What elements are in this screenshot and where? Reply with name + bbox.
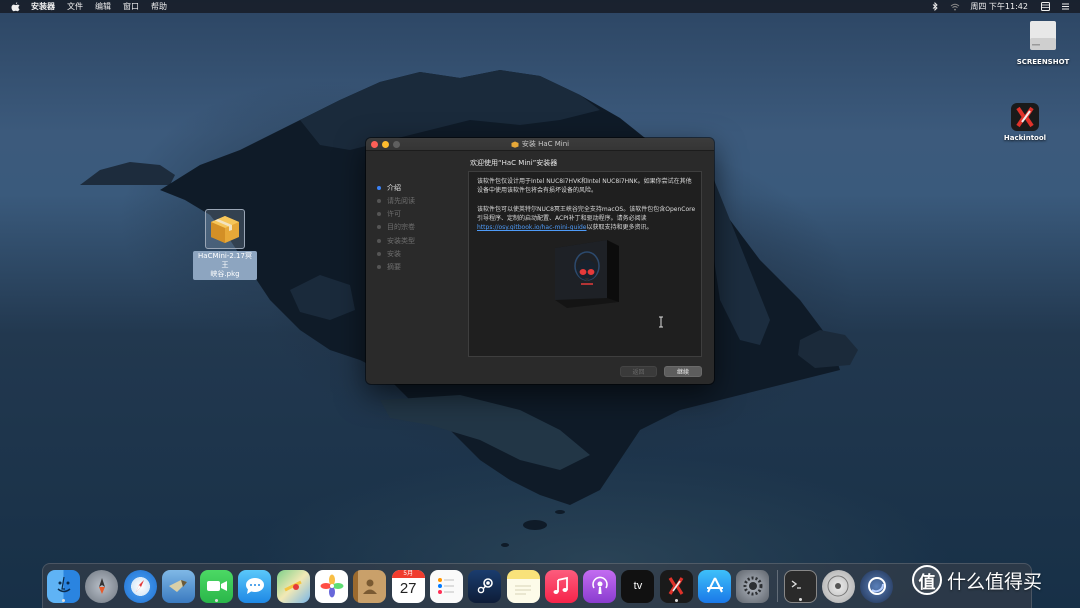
pkg-file-label-line2: 峡谷.pkg xyxy=(210,270,240,278)
installer-window: 安装 HaC Mini 介绍 请先阅读 许可 目的宗卷 安装类型 安装 摘要 欢… xyxy=(366,138,714,384)
step-label: 摘要 xyxy=(387,263,401,271)
facetime-icon[interactable] xyxy=(200,569,234,603)
tv-label: tv xyxy=(633,580,643,592)
step-dot xyxy=(377,186,381,190)
intro-paragraph-2: 该软件包可以使英特尔NUC8冥王峡谷完全支持macOS。该软件包包含OpenCo… xyxy=(477,205,697,232)
launchpad-icon[interactable] xyxy=(85,569,119,603)
step-introduction: 介绍 xyxy=(377,183,401,193)
steam-icon[interactable] xyxy=(468,569,502,603)
photos-icon[interactable] xyxy=(315,569,349,603)
dock: 5月 27 tv xyxy=(42,563,1032,608)
pkg-file-label: HaCMini-2.17冥王 峡谷.pkg xyxy=(193,251,257,280)
window-titlebar[interactable]: 安装 HaC Mini xyxy=(366,138,714,151)
drive-icon xyxy=(1030,21,1056,50)
reminders-icon[interactable] xyxy=(429,569,463,603)
back-button[interactable]: 返回 xyxy=(620,366,657,377)
intro-content: 该软件包仅设计用于Intel NUC8i7HVK和Intel NUC8i7HNK… xyxy=(468,171,702,357)
continue-button[interactable]: 继续 xyxy=(664,366,702,377)
watermark-badge: 值 xyxy=(912,565,942,595)
step-install-type: 安装类型 xyxy=(377,236,415,246)
pkg-file-icon[interactable]: HaCMini-2.17冥王 峡谷.pkg xyxy=(193,209,257,280)
messages-icon[interactable] xyxy=(238,569,272,603)
menu-app-name[interactable]: 安装器 xyxy=(31,0,55,13)
installer-heading: 欢迎使用“HaC Mini”安装器 xyxy=(470,159,558,167)
watermark: 值 什么值得买 xyxy=(912,565,1042,595)
dock-separator xyxy=(776,570,778,602)
step-summary: 摘要 xyxy=(377,262,401,272)
package-icon xyxy=(511,141,519,148)
menu-clock[interactable]: 周四 下午11:42 xyxy=(970,0,1028,13)
podcasts-icon[interactable] xyxy=(583,569,617,603)
calendar-day: 27 xyxy=(399,579,417,597)
menu-help[interactable]: 帮助 xyxy=(151,0,167,13)
calendar-icon[interactable]: 5月 27 xyxy=(391,569,425,603)
text-cursor-icon xyxy=(659,316,663,328)
step-dot xyxy=(377,252,381,256)
intro-paragraph-2-tail: 以获取支持和更多资讯。 xyxy=(586,224,653,231)
step-read-me: 请先阅读 xyxy=(377,196,415,206)
step-dot xyxy=(377,265,381,269)
maps-icon[interactable] xyxy=(276,569,310,603)
contacts-icon[interactable] xyxy=(353,569,387,603)
finder-icon[interactable] xyxy=(47,569,80,603)
wifi-icon[interactable] xyxy=(950,2,960,12)
dvd-player-icon[interactable] xyxy=(821,569,855,603)
menu-window[interactable]: 窗口 xyxy=(123,0,139,13)
spotlight-menu-icon[interactable] xyxy=(1060,2,1070,12)
installer-steps: 介绍 请先阅读 许可 目的宗卷 安装类型 安装 摘要 xyxy=(366,152,464,384)
pkg-file-label-line1: HaCMini-2.17冥王 xyxy=(198,252,252,269)
step-label: 许可 xyxy=(387,210,401,218)
system-preferences-icon[interactable] xyxy=(736,569,770,603)
intro-paragraph-2-text: 该软件包可以使英特尔NUC8冥王峡谷完全支持macOS。该软件包包含OpenCo… xyxy=(477,206,696,222)
hackintool-desktop-icon[interactable]: Hackintool xyxy=(1000,102,1050,142)
intro-paragraph-1: 该软件包仅设计用于Intel NUC8i7HVK和Intel NUC8i7HNK… xyxy=(477,178,692,194)
terminal-icon[interactable] xyxy=(783,569,817,603)
screenshot-label: SCREENSHOT xyxy=(1016,58,1070,66)
hackintool-dock-icon[interactable] xyxy=(659,569,693,603)
nuc-product-image xyxy=(555,240,619,308)
menu-bar: 安装器 文件 编辑 窗口 帮助 周四 下午11:42 xyxy=(0,0,1080,13)
mail-icon[interactable] xyxy=(161,569,195,603)
step-dot xyxy=(377,239,381,243)
step-dot xyxy=(377,225,381,229)
step-install: 安装 xyxy=(377,249,401,259)
guide-link[interactable]: https://osy.gitbook.io/hac-mini-guide xyxy=(477,224,587,231)
running-indicator xyxy=(215,598,219,602)
apple-menu-icon[interactable] xyxy=(11,1,21,12)
watermark-text: 什么值得买 xyxy=(947,570,1043,593)
step-label: 安装类型 xyxy=(387,237,415,245)
package-icon xyxy=(205,209,245,249)
step-dot xyxy=(377,199,381,203)
step-label: 安装 xyxy=(387,250,401,258)
music-icon[interactable] xyxy=(544,569,578,603)
notes-icon[interactable] xyxy=(506,569,540,603)
screenshot-volume-icon[interactable]: SCREENSHOT xyxy=(1016,18,1070,66)
step-label: 请先阅读 xyxy=(387,197,415,205)
running-indicator xyxy=(674,598,678,602)
step-label: 介绍 xyxy=(387,184,401,192)
menu-edit[interactable]: 编辑 xyxy=(95,0,111,13)
step-license: 许可 xyxy=(377,209,401,219)
apple-tv-icon[interactable]: tv xyxy=(621,569,655,603)
safari-icon[interactable] xyxy=(123,569,157,603)
bluetooth-icon[interactable] xyxy=(930,2,940,12)
calendar-month: 5月 xyxy=(391,569,425,578)
control-strip-icon[interactable] xyxy=(1040,2,1050,12)
hackintool-label: Hackintool xyxy=(1003,134,1047,142)
running-indicator xyxy=(798,597,802,601)
step-label: 目的宗卷 xyxy=(387,223,415,231)
running-indicator xyxy=(62,598,65,602)
cinema4d-icon[interactable] xyxy=(860,569,894,603)
app-store-icon[interactable] xyxy=(698,569,732,603)
menu-file[interactable]: 文件 xyxy=(67,0,83,13)
step-destination: 目的宗卷 xyxy=(377,222,415,232)
hackintool-icon xyxy=(1011,103,1039,131)
step-dot xyxy=(377,212,381,216)
window-title: 安装 HaC Mini xyxy=(521,140,570,148)
